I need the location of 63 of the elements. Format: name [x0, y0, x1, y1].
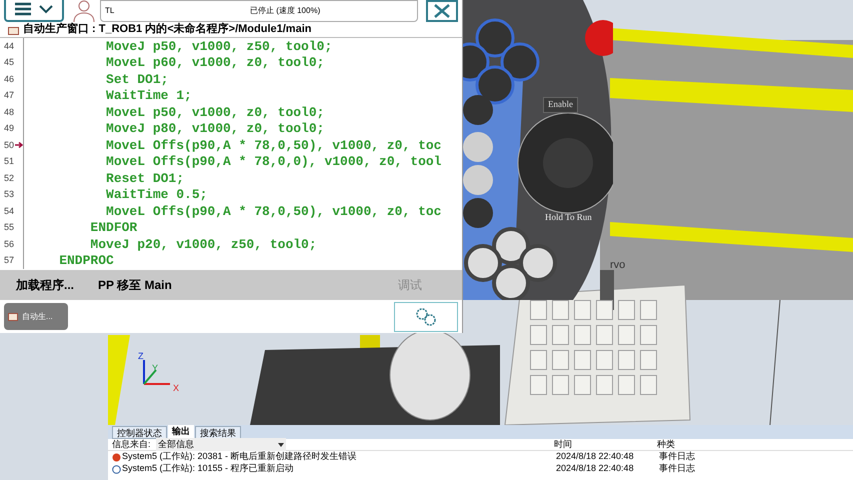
code-line: MoveJ p80, v1000, z0, tool0; [105, 120, 324, 138]
line-number: 46 [4, 72, 14, 86]
code-line: ENDPROC [58, 252, 114, 270]
line-number: 48 [4, 106, 14, 118]
line-number: 45 [4, 56, 14, 69]
code-line: Set DO1; [105, 70, 168, 88]
window-path: 自动生产窗口 : T_ROB1 内的<未命名程序>/Module1/main [23, 22, 312, 38]
enable-label: Enable [543, 97, 578, 112]
code-line: MoveL Offs(p90,A * 78,0,50), v1000, z0, toc [105, 202, 442, 220]
code-line: MoveL p60, v1000, z0, tool0; [105, 54, 324, 72]
line-number: 53 [4, 188, 14, 201]
code-line: Reset DO1; [105, 170, 184, 188]
close-icon [434, 4, 450, 18]
source-dropdown[interactable]: 全部信息 [156, 438, 286, 452]
code-line: WaitTime 0.5; [105, 186, 208, 204]
menu-button[interactable] [4, 0, 64, 22]
code-line: MoveL p50, v1000, z0, tool0; [105, 104, 324, 122]
column-header: 时间 [554, 438, 573, 451]
category-text: 事件日志 [659, 462, 695, 476]
time-text: 2024/8/18 22:40:48 [556, 462, 635, 476]
line-number: 57 [4, 254, 14, 267]
chevron-down-icon [39, 4, 53, 14]
gears-icon [414, 306, 438, 326]
time-text: 2024/8/18 22:40:48 [556, 450, 635, 464]
line-number: 49 [4, 122, 14, 135]
category-text: 事件日志 [659, 450, 695, 464]
line-number: 47 [4, 89, 14, 102]
code-line: MoveJ p20, v1000, z50, tool0; [89, 236, 317, 254]
line-number: 44 [4, 40, 14, 52]
code-line: WaitTime 1; [105, 87, 192, 105]
line-number: 51 [4, 155, 14, 168]
program-pointer-icon [15, 142, 23, 148]
toolbar-button[interactable]: 加载程序... [16, 276, 74, 294]
servo-label: rvo [610, 258, 626, 273]
program-window-icon [8, 24, 19, 34]
program-window-icon [8, 312, 18, 321]
status-state: 已停止 (速度 100%) [250, 5, 320, 17]
menu-icon [15, 2, 31, 16]
message-text: System5 (工作站): 10155 - 程序已重新启动 [121, 462, 295, 476]
axis-label: X [173, 382, 180, 395]
quickset-button[interactable] [394, 302, 458, 332]
hold-to-run-label: Hold To Run [545, 211, 592, 224]
dropdown-arrow-icon [278, 442, 284, 446]
line-number: 54 [4, 204, 14, 218]
line-number: 52 [4, 172, 14, 184]
column-header: 种类 [657, 438, 675, 451]
taskbar-app-button[interactable]: 自动生... [4, 303, 68, 330]
toolbar-button[interactable]: PP 移至 Main [98, 276, 172, 294]
code-line: MoveL Offs(p90,A * 78,0,0), v1000, z0, tool [105, 153, 442, 171]
axis-label: Z [138, 350, 144, 363]
code-line: MoveL Offs(p90,A * 78,0,50), v1000, z0, toc [105, 136, 442, 154]
line-number: 55 [4, 221, 14, 234]
code-line: MoveJ p50, v1000, z50, tool0; [105, 38, 332, 56]
close-button[interactable] [426, 0, 458, 22]
filter-label: 信息来自: [112, 438, 152, 451]
code-line: ENDFOR [89, 219, 138, 237]
message-text: System5 (工作站): 20381 - 断电后重新创建路径时发生错误 [121, 450, 358, 464]
panel-tab[interactable]: 控制器状态 [112, 426, 167, 439]
panel-tab[interactable]: 输出 [168, 425, 194, 439]
panel-tab[interactable]: 搜索结果 [195, 426, 241, 439]
line-number: 56 [4, 238, 14, 250]
line-number: 50 [4, 138, 14, 152]
status-mode: TL [105, 5, 116, 17]
